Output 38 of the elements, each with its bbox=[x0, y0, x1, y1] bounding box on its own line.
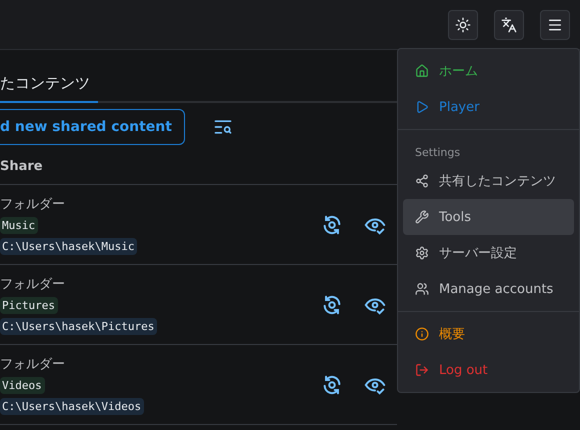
eye-refresh-icon[interactable] bbox=[321, 294, 343, 316]
path-tag: C:\Users\hasek\Videos bbox=[0, 398, 144, 414]
menu-icon bbox=[547, 16, 563, 32]
theme-button[interactable] bbox=[448, 10, 478, 40]
menu-button[interactable] bbox=[540, 10, 570, 40]
play-icon bbox=[415, 100, 429, 114]
menu-item[interactable]: Log out bbox=[403, 352, 574, 388]
menu-item[interactable]: ホーム bbox=[403, 53, 574, 89]
info-icon bbox=[415, 327, 429, 341]
column-header: Share bbox=[0, 145, 397, 185]
menu-item[interactable]: 概要 bbox=[403, 316, 574, 352]
language-button[interactable] bbox=[494, 10, 524, 40]
translate-icon bbox=[501, 16, 517, 32]
type-text: フォルダー bbox=[0, 276, 65, 292]
logout-icon bbox=[415, 363, 429, 377]
section-label: Settings bbox=[414, 145, 462, 161]
theme-icon bbox=[455, 16, 471, 32]
path-tag: C:\Users\hasek\Music bbox=[0, 238, 138, 254]
type-text: フォルダー bbox=[0, 356, 65, 372]
tab[interactable]: たコンテンツ bbox=[0, 70, 98, 103]
add-content-button[interactable]: d new shared content bbox=[0, 109, 185, 145]
users-icon bbox=[415, 282, 429, 296]
eye-refresh-icon[interactable] bbox=[321, 214, 343, 236]
name-tag: Music bbox=[0, 216, 38, 234]
path-tag: C:\Users\hasek\Pictures bbox=[0, 318, 158, 334]
share-icon bbox=[415, 174, 429, 188]
name-tag: Videos bbox=[0, 376, 45, 394]
menu-item[interactable]: Player bbox=[403, 89, 574, 125]
menu-item[interactable]: Tools bbox=[403, 199, 574, 235]
menu-item[interactable]: サーバー設定 bbox=[403, 235, 574, 271]
name-tag: Pictures bbox=[0, 296, 58, 314]
type-text: フォルダー bbox=[0, 196, 65, 212]
wrench-icon bbox=[415, 210, 429, 224]
eye-refresh-icon[interactable] bbox=[321, 374, 343, 396]
menu-item[interactable]: Manage accounts bbox=[403, 271, 574, 307]
settings-icon bbox=[415, 246, 429, 260]
menu-item[interactable]: 共有したコンテンツ bbox=[403, 163, 574, 199]
home-icon bbox=[415, 64, 429, 78]
